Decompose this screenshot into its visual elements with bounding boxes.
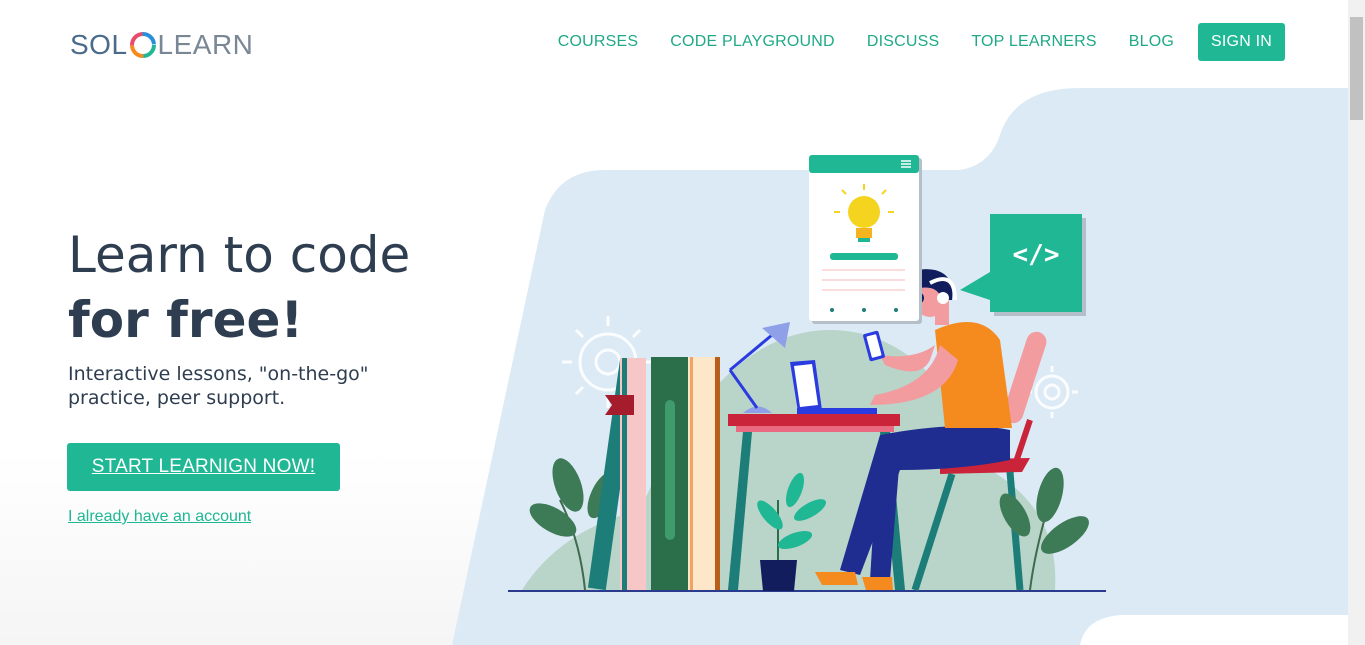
sign-in-button[interactable]: SIGN IN — [1198, 23, 1285, 61]
nav-top-learners[interactable]: TOP LEARNERS — [971, 33, 1096, 51]
code-bubble-text: </> — [1012, 240, 1060, 270]
existing-account-link[interactable]: I already have an account — [68, 508, 251, 526]
main-nav: COURSES CODE PLAYGROUND DISCUSS TOP LEAR… — [526, 23, 1285, 61]
nav-code-playground[interactable]: CODE PLAYGROUND — [670, 33, 835, 51]
start-learning-button[interactable]: START LEARNIGN NOW! — [67, 443, 340, 491]
nav-courses[interactable]: COURSES — [558, 33, 639, 51]
logo-text-sol: SOL — [70, 29, 128, 60]
site-header: SOL LEARN COURSES CODE PLAYGROUND DISCUS… — [0, 0, 1348, 86]
hero-title: Learn to code for free! — [68, 224, 410, 354]
sololearn-logo[interactable]: SOL LEARN — [70, 28, 253, 62]
hero-subtitle: Interactive lessons, "on-the-go" practic… — [68, 363, 369, 409]
books-icon — [587, 357, 720, 591]
nav-blog[interactable]: BLOG — [1129, 33, 1174, 51]
logo-text-learn: LEARN — [157, 29, 254, 60]
nav-discuss[interactable]: DISCUSS — [867, 33, 940, 51]
hero-title-line2: for free! — [68, 291, 304, 349]
scrollbar-thumb[interactable] — [1350, 17, 1363, 120]
page-scrollbar[interactable] — [1348, 0, 1365, 645]
logo-swirl-icon — [129, 32, 156, 58]
hero-title-line1: Learn to code — [68, 226, 411, 284]
app-card-icon — [809, 155, 922, 324]
